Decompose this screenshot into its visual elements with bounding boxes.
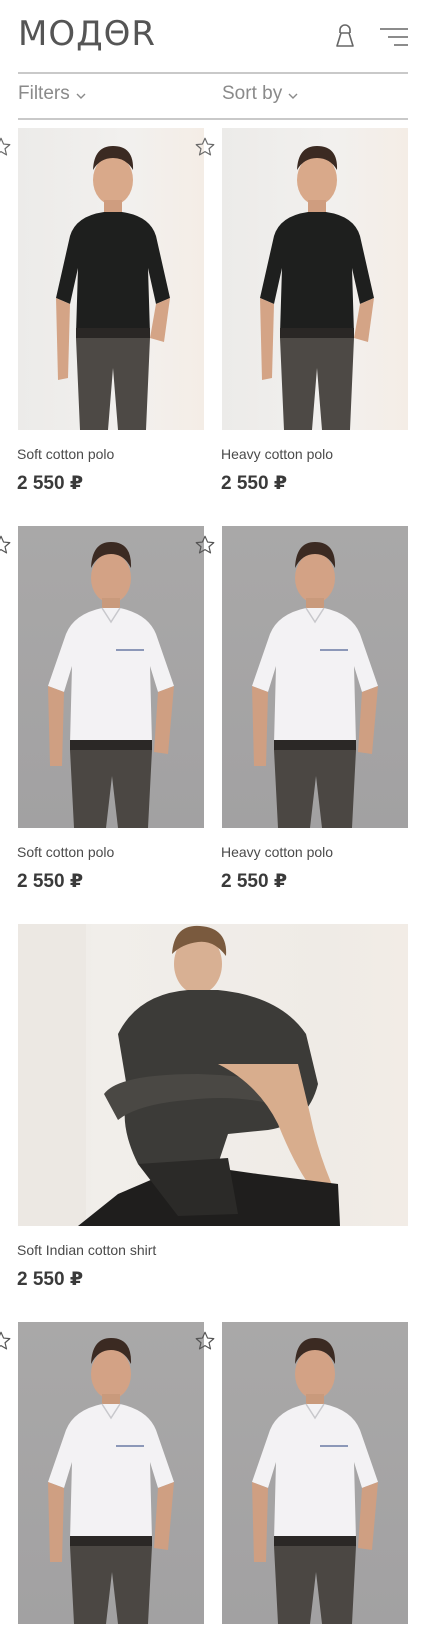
favorite-star-icon[interactable] (0, 136, 12, 158)
filter-sort-toolbar: Filters Sort by (18, 72, 408, 120)
chevron-down-icon (76, 93, 86, 99)
product-price: 2 550 ₽ (17, 1269, 84, 1290)
header: MOДΘR (18, 0, 408, 72)
filters-button[interactable]: Filters (18, 83, 86, 105)
product-photo[interactable] (222, 526, 408, 828)
model-black-polo-image (56, 146, 170, 430)
product-price: 2 550 ₽ (221, 473, 288, 494)
product-price: 2 550 ₽ (17, 871, 84, 892)
product-title[interactable]: Heavy cotton polo (221, 446, 333, 462)
filters-label: Filters (18, 83, 70, 104)
model-white-polo-image (252, 542, 378, 828)
sort-by-label: Sort by (222, 83, 283, 104)
hamburger-menu-icon[interactable] (380, 27, 408, 47)
product-title[interactable]: Soft cotton polo (17, 844, 114, 860)
model-white-polo-image (48, 542, 174, 828)
product-price: 2 550 ₽ (221, 871, 288, 892)
product-title[interactable]: Soft Indian cotton shirt (17, 1242, 156, 1258)
product-photo[interactable] (18, 924, 408, 1226)
product-photo[interactable] (18, 128, 204, 430)
product-photo[interactable] (18, 526, 204, 828)
product-price: 2 550 ₽ (17, 473, 84, 494)
model-white-polo-image (252, 1338, 378, 1624)
chevron-down-icon (288, 93, 298, 99)
favorite-star-icon[interactable] (0, 1330, 12, 1352)
product-photo[interactable] (222, 128, 408, 430)
product-title[interactable]: Soft cotton polo (17, 446, 114, 462)
favorite-star-icon[interactable] (194, 1330, 216, 1352)
product-title[interactable]: Heavy cotton polo (221, 844, 333, 860)
favorite-star-icon[interactable] (194, 136, 216, 158)
shopping-bag-icon[interactable] (334, 24, 356, 48)
model-white-polo-image (48, 1338, 174, 1624)
brand-logo[interactable]: MOДΘR (18, 14, 156, 54)
model-black-polo-image (260, 146, 374, 430)
product-photo[interactable] (222, 1322, 408, 1624)
model-seated-shirt-image (18, 924, 340, 1226)
product-photo[interactable] (18, 1322, 204, 1624)
sort-by-button[interactable]: Sort by (222, 83, 298, 105)
favorite-star-icon[interactable] (194, 534, 216, 556)
favorite-star-icon[interactable] (0, 534, 12, 556)
